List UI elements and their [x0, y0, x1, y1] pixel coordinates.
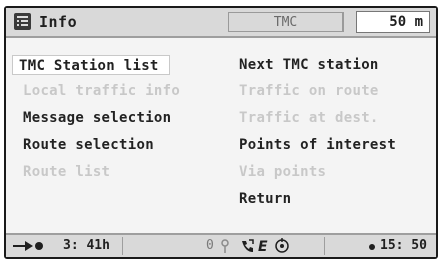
map-scale[interactable]: 50 m	[356, 11, 430, 33]
svg-text:E: E	[258, 239, 268, 254]
dot-icon	[369, 244, 375, 250]
mode-label: TMC	[228, 12, 344, 32]
info-menu-icon	[14, 13, 31, 30]
status-bar: 3: 41h 0 E 15: 50	[6, 233, 436, 257]
menu-item-message-selection[interactable]: Message selection	[23, 108, 171, 128]
menu-item-route-list: Route list	[23, 164, 111, 180]
indicator-number: 0	[206, 238, 214, 253]
menu-item-traffic-on-route: Traffic on route	[239, 83, 379, 99]
menu-item-points-of-interest[interactable]: Points of interest	[239, 135, 396, 155]
screen: Info TMC 50 m TMC Station list Local tra…	[4, 6, 438, 259]
clock: 15: 50	[380, 238, 427, 253]
time-to-destination: 3: 41h	[63, 238, 110, 253]
menu-item-via-points: Via points	[239, 164, 327, 180]
menu-item-tmc-station-list[interactable]: TMC Station list	[12, 55, 170, 75]
pin-icon	[221, 239, 229, 253]
menu-item-traffic-at-dest: Traffic at dest.	[239, 110, 379, 126]
e-icon: E	[258, 239, 268, 254]
menu-item-route-selection[interactable]: Route selection	[23, 135, 154, 155]
phone-icon	[242, 239, 254, 252]
arrow-to-destination-icon	[13, 241, 43, 251]
gps-icon	[275, 238, 289, 253]
menu-item-local-traffic-info: Local traffic info	[23, 83, 181, 99]
page-title: Info	[39, 13, 78, 31]
menu-item-return[interactable]: Return	[239, 189, 291, 209]
menu-item-next-tmc-station[interactable]: Next TMC station	[239, 55, 379, 75]
header-bar: Info TMC 50 m	[6, 8, 436, 38]
